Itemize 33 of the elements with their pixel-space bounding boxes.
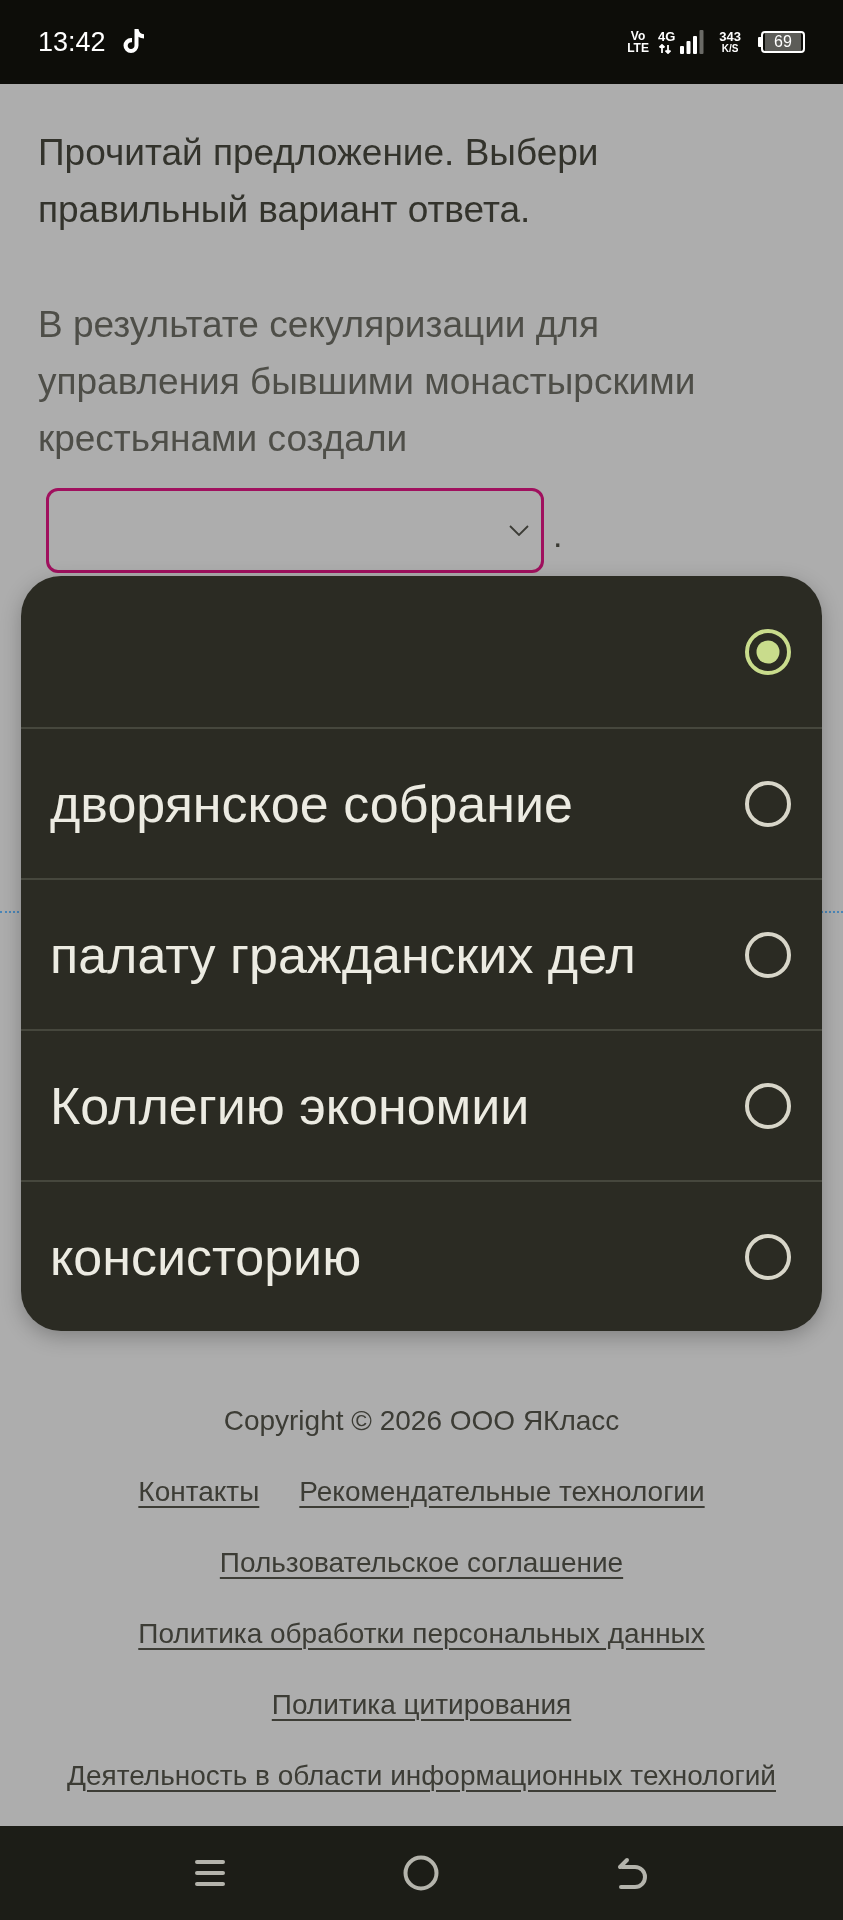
select-field[interactable] [46,488,544,573]
music-note-icon [121,29,146,55]
back-icon[interactable] [615,1856,650,1890]
dropdown-option[interactable]: консисторию [21,1180,822,1331]
footer-link[interactable]: Политика цитирования [271,1685,572,1725]
footer-link[interactable]: Деятельность в области информационных технологий [67,1756,776,1796]
signal-bars-icon [680,30,705,54]
instruction-text: Прочитай предложение. Выбери правильный вариант ответа. [38,131,600,232]
punctuation-text: . [553,515,563,556]
network-text: 4G [657,30,676,43]
radio-icon[interactable] [744,1081,792,1130]
dropdown-option[interactable]: палату гражданских дел [21,878,822,1029]
radio-icon[interactable] [744,1232,792,1281]
menu-icon[interactable] [193,1857,226,1889]
radio-icon[interactable] [744,779,792,828]
copyright-text: Copyright © 2026 ООО ЯКласс [223,1404,620,1438]
home-icon[interactable] [402,1855,439,1891]
data-arrows-icon [657,44,672,54]
footer-link[interactable]: Рекомендательные технологии [299,1472,705,1512]
speed-unit-text: K/S [721,43,739,54]
clock-text: 13:42 [38,27,106,57]
speed-text: 343 [719,30,741,43]
dropdown-option[interactable]: дворянское собрание [21,727,822,878]
question-text: В результате секуляризации для управления бывшими монастырскими крестьянами создали [38,303,697,461]
network-type-text: Vo LTE [627,30,649,54]
footer-link[interactable]: Контакты [138,1472,260,1512]
radio-selected-icon[interactable] [744,627,792,676]
footer-link[interactable]: Политика обработки персональных данных [138,1614,705,1654]
footer-link[interactable]: Пользовательское соглашение [219,1543,624,1583]
caret-icon [509,525,529,536]
battery-indicator: 69 [758,31,805,53]
radio-icon[interactable] [744,930,792,979]
dropdown-option[interactable]: Коллегию экономии [21,1029,822,1180]
